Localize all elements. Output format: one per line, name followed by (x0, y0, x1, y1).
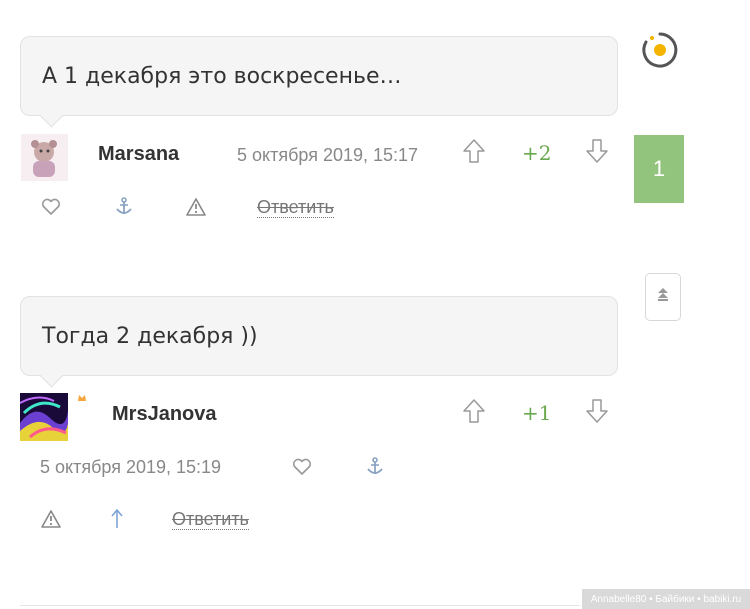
warning-icon[interactable] (40, 509, 62, 534)
anchor-icon[interactable] (115, 197, 133, 222)
heart-icon[interactable] (41, 198, 61, 221)
arrow-up-icon[interactable] (110, 508, 124, 535)
comment-text: А 1 декабря это воскресенье… (42, 63, 402, 89)
scroll-top-icon (655, 285, 671, 310)
comment-text: Тогда 2 декабря )) (42, 323, 258, 349)
comment-author[interactable]: Marsana (98, 143, 179, 166)
avatar[interactable] (21, 134, 68, 181)
new-comments-badge[interactable]: 1 (634, 135, 684, 203)
vote-down-icon[interactable] (585, 138, 609, 169)
anchor-icon[interactable] (366, 457, 384, 482)
reply-link[interactable]: Ответить (257, 197, 334, 218)
vote-up-icon[interactable] (462, 398, 486, 429)
comment-score: +2 (522, 141, 552, 165)
comment-bubble: А 1 декабря это воскресенье… (20, 36, 618, 116)
comment-author[interactable]: MrsJanova (112, 403, 217, 426)
reply-link[interactable]: Ответить (172, 509, 249, 530)
watermark: Annabelle80 • Байбики • babiki.ru (582, 589, 750, 609)
crown-icon (77, 389, 87, 407)
heart-icon[interactable] (292, 458, 312, 481)
vote-up-icon[interactable] (462, 138, 486, 169)
scroll-top-button[interactable] (645, 273, 681, 321)
comment-date: 5 октября 2019, 15:17 (237, 145, 419, 165)
comment-score: +1 (522, 401, 552, 425)
avatar[interactable] (20, 393, 68, 441)
vote-down-icon[interactable] (585, 398, 609, 429)
comment-date: 5 октября 2019, 15:19 (40, 457, 222, 477)
warning-icon[interactable] (185, 197, 207, 222)
comment-bubble: Тогда 2 декабря )) (20, 296, 618, 376)
loading-icon[interactable] (640, 30, 680, 75)
divider (20, 605, 580, 606)
